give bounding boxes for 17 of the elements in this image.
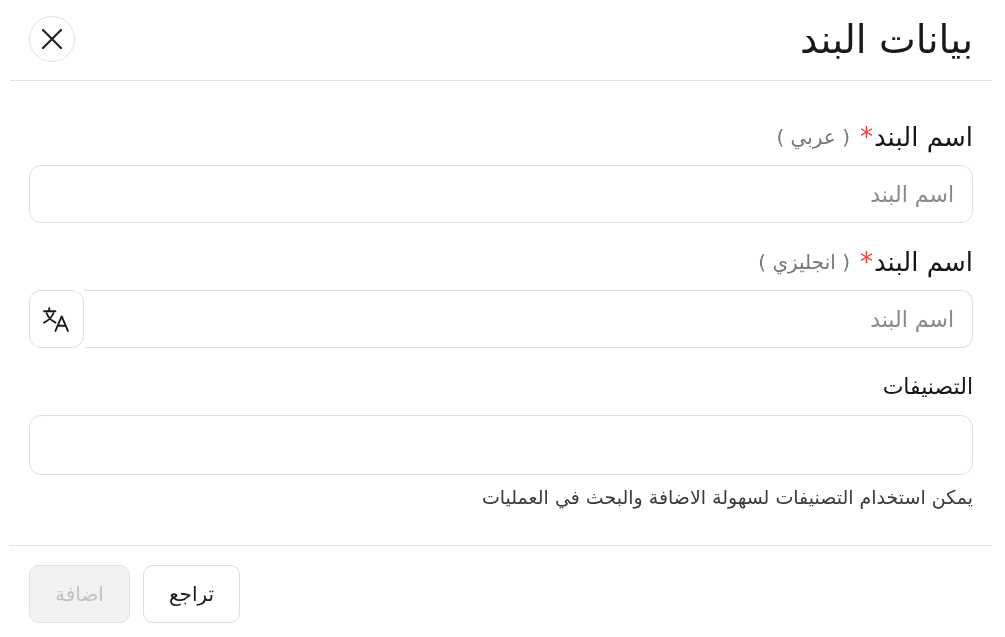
translate-icon: [43, 306, 70, 332]
field-label: اسم البند: [873, 246, 973, 278]
field-label: التصنيفات: [882, 373, 973, 401]
close-icon: [42, 29, 62, 49]
dialog-title: بيانات البند: [799, 16, 973, 64]
field-hint: ( انجليزي ): [758, 249, 850, 277]
input-field[interactable]: اسم البند: [84, 290, 973, 348]
tags-input-field[interactable]: [29, 415, 973, 475]
input-field[interactable]: اسم البند: [29, 165, 973, 223]
help-text: يمكن استخدام التصنيفات لسهولة الاضافة والبحث في العمليات: [480, 485, 973, 509]
required-mark: *: [859, 121, 873, 153]
field-label: اسم البند: [873, 121, 973, 153]
close-button[interactable]: [29, 16, 75, 62]
field-hint: ( عربي ): [776, 124, 850, 152]
required-mark: *: [859, 246, 873, 278]
translate-button[interactable]: [29, 290, 84, 348]
cancel-button[interactable]: تراجع: [142, 565, 241, 623]
